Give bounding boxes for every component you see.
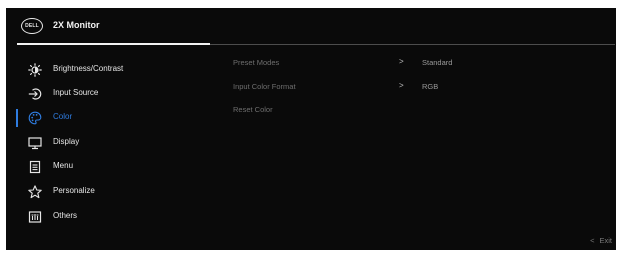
menu-item-color[interactable]: Color	[6, 107, 206, 129]
menu-item-label: Input Source	[53, 88, 99, 97]
menu-item-label: Brightness/Contrast	[53, 64, 124, 73]
exit-button[interactable]: < Exit	[590, 236, 612, 245]
submenu-item-preset-modes[interactable]: Preset Modes > Standard	[233, 57, 613, 74]
menu-item-label: Others	[53, 211, 78, 220]
display-icon	[28, 136, 42, 150]
submenu-item-input-color-format[interactable]: Input Color Format > RGB	[233, 81, 613, 98]
menu-item-personalize[interactable]: Personalize	[6, 181, 206, 203]
menu-icon	[28, 160, 42, 174]
brightness-icon	[28, 63, 42, 77]
submenu-item-value: Standard	[422, 58, 453, 67]
others-icon	[28, 210, 42, 224]
menu-item-display[interactable]: Display	[6, 132, 206, 154]
menu-item-label: Color	[53, 112, 73, 121]
menu-item-brightness-contrast[interactable]: Brightness/Contrast	[6, 59, 206, 81]
active-indicator	[16, 109, 18, 127]
submenu-item-label: Input Color Format	[233, 82, 296, 91]
submenu-item-value: RGB	[422, 82, 439, 91]
submenu-item-label: Reset Color	[233, 105, 273, 114]
dell-logo-text: DELL	[25, 22, 39, 30]
menu-item-input-source[interactable]: Input Source	[6, 83, 206, 105]
menu-item-menu[interactable]: Menu	[6, 156, 206, 178]
exit-label: Exit	[599, 236, 612, 245]
dell-logo: DELL	[21, 18, 43, 34]
chevron-right-icon: >	[399, 81, 404, 90]
star-icon	[28, 185, 42, 199]
submenu-item-label: Preset Modes	[233, 58, 280, 67]
menu-item-label: Menu	[53, 161, 74, 170]
header-divider	[210, 43, 615, 45]
menu-item-label: Personalize	[53, 186, 95, 195]
input-source-icon	[28, 87, 42, 101]
monitor-title: 2X Monitor	[53, 20, 100, 30]
osd-panel: DELL 2X Monitor Brightness/Contrast Inpu…	[6, 8, 616, 250]
menu-item-others[interactable]: Others	[6, 206, 206, 228]
submenu-item-reset-color[interactable]: Reset Color	[233, 105, 613, 121]
chevron-left-icon: <	[590, 236, 595, 245]
menu-item-label: Display	[53, 137, 80, 146]
chevron-right-icon: >	[399, 57, 404, 66]
osd-header: DELL 2X Monitor	[6, 8, 616, 44]
palette-icon	[28, 111, 42, 125]
menu-column-divider-active	[17, 43, 210, 45]
